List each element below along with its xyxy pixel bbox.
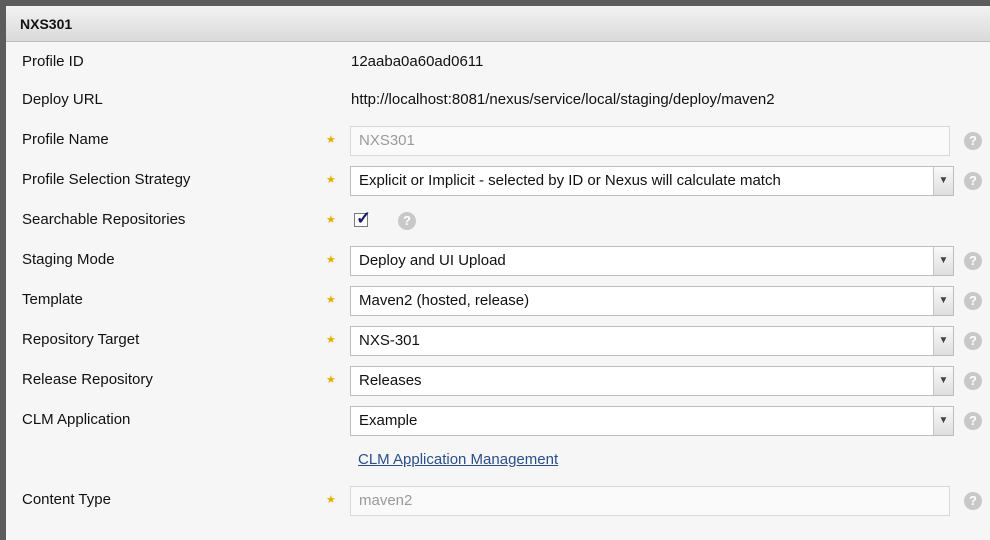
repository-target-select[interactable]: NXS-301 ▼ [350,326,954,356]
help-icon[interactable]: ? [964,292,982,310]
chevron-down-icon[interactable]: ▼ [933,167,953,195]
searchable-label: Searchable Repositories [22,211,186,228]
required-star-icon: ★ [326,174,336,186]
profile-name-label: Profile Name [22,131,109,148]
release-repository-row: Release Repository ★ Releases ▼ ? [6,360,990,400]
template-select[interactable]: Maven2 (hosted, release) ▼ [350,286,954,316]
chevron-down-icon[interactable]: ▼ [933,407,953,435]
template-label: Template [22,291,83,308]
required-star-icon: ★ [326,134,336,146]
repository-target-label: Repository Target [22,331,140,348]
help-icon[interactable]: ? [964,492,982,510]
required-star-icon: ★ [326,254,336,266]
profile-form-window: NXS301 Profile ID 12aaba0a60ad0611 Deplo… [0,0,990,540]
chevron-down-icon[interactable]: ▼ [933,367,953,395]
required-star-icon: ★ [326,294,336,306]
help-icon[interactable]: ? [964,252,982,270]
selection-strategy-row: Profile Selection Strategy ★ Explicit or… [6,160,990,200]
help-icon[interactable]: ? [964,172,982,190]
chevron-down-icon[interactable]: ▼ [933,327,953,355]
clm-application-management-link[interactable]: CLM Application Management [358,440,558,480]
release-repository-value: Releases [359,372,422,389]
help-icon[interactable]: ? [964,132,982,150]
clm-application-value: Example [359,412,418,429]
staging-mode-value: Deploy and UI Upload [359,252,506,269]
clm-application-select[interactable]: Example ▼ [350,406,954,436]
required-star-icon: ★ [326,494,336,506]
help-icon[interactable]: ? [964,372,982,390]
release-repository-select[interactable]: Releases ▼ [350,366,954,396]
clm-application-row: CLM Application Example ▼ ? [6,400,990,440]
content-type-label: Content Type [22,491,111,508]
profile-id-value: 12aaba0a60ad0611 [351,53,484,70]
panel-header: NXS301 [6,6,990,42]
form-body: Profile ID 12aaba0a60ad0611 Deploy URL h… [6,42,990,540]
profile-id-row: Profile ID 12aaba0a60ad0611 [6,42,990,82]
deploy-url-value: http://localhost:8081/nexus/service/loca… [351,91,775,108]
staging-mode-label: Staging Mode [22,251,115,268]
selection-strategy-select[interactable]: Explicit or Implicit - selected by ID or… [350,166,954,196]
content-type-row: Content Type ★ maven2 ? [6,480,990,520]
repository-target-value: NXS-301 [359,332,420,349]
help-icon[interactable]: ? [398,212,416,230]
selection-strategy-value: Explicit or Implicit - selected by ID or… [359,172,781,189]
staging-mode-row: Staging Mode ★ Deploy and UI Upload ▼ ? [6,240,990,280]
deploy-url-label: Deploy URL [22,91,103,108]
clm-link-row: CLM Application Management [6,440,990,480]
help-icon[interactable]: ? [964,332,982,350]
required-star-icon: ★ [326,214,336,226]
profile-name-input[interactable]: NXS301 [350,126,950,156]
deploy-url-row: Deploy URL http://localhost:8081/nexus/s… [6,80,990,120]
checkmark-icon: ✓ [356,208,372,228]
selection-strategy-label: Profile Selection Strategy [22,171,191,188]
chevron-down-icon[interactable]: ▼ [933,287,953,315]
content-type-input[interactable]: maven2 [350,486,950,516]
chevron-down-icon[interactable]: ▼ [933,247,953,275]
searchable-row: Searchable Repositories ★ ✓ ? [6,200,990,240]
required-star-icon: ★ [326,374,336,386]
release-repository-label: Release Repository [22,371,153,388]
help-icon[interactable]: ? [964,412,982,430]
repository-target-row: Repository Target ★ NXS-301 ▼ ? [6,320,990,360]
template-row: Template ★ Maven2 (hosted, release) ▼ ? [6,280,990,320]
profile-id-label: Profile ID [22,53,84,70]
clm-application-label: CLM Application [22,411,131,428]
required-star-icon: ★ [326,334,336,346]
staging-mode-select[interactable]: Deploy and UI Upload ▼ [350,246,954,276]
template-value: Maven2 (hosted, release) [359,292,530,309]
searchable-checkbox[interactable]: ✓ [354,208,371,228]
profile-name-row: Profile Name ★ NXS301 ? [6,120,990,160]
